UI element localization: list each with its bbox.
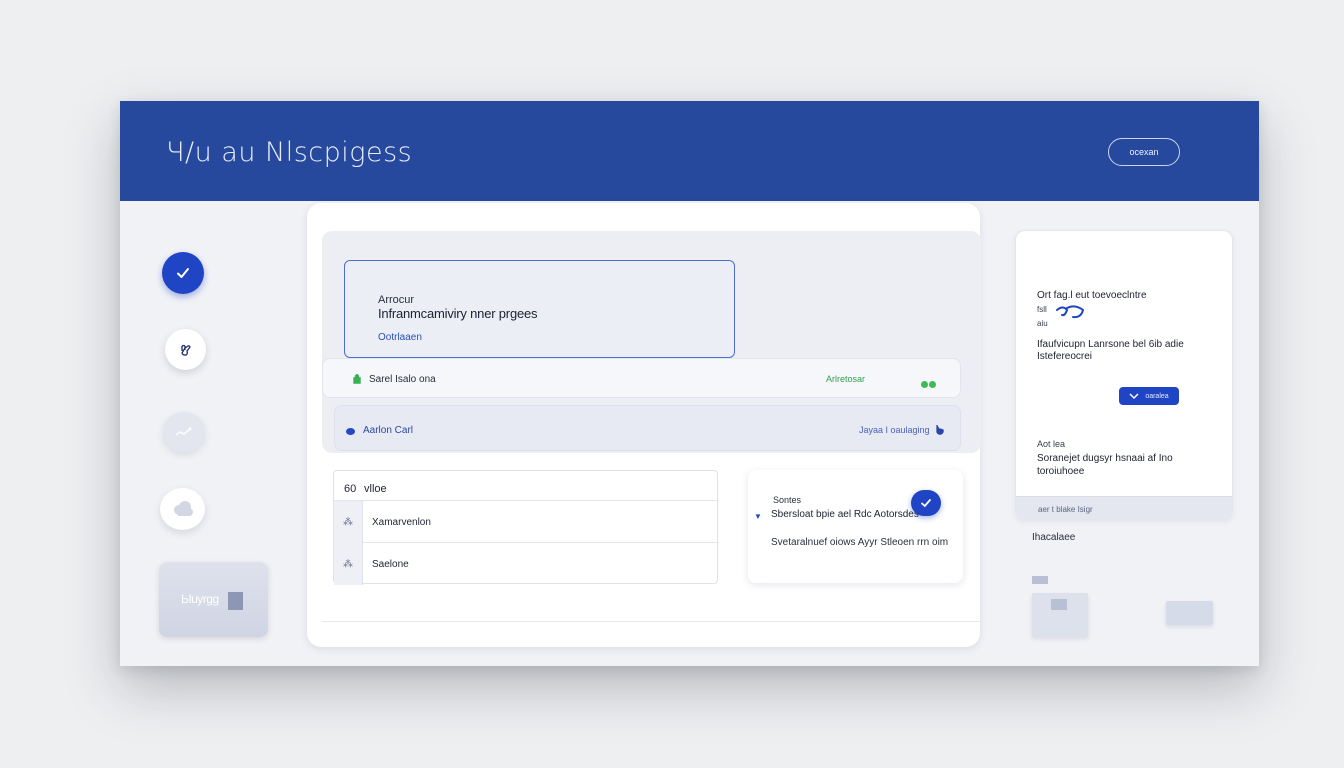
side-card-heading: Ort fag.l eut toevoeclntre xyxy=(1037,290,1147,301)
side-card-footer: aer t blake Isigr xyxy=(1016,496,1232,519)
thumbnail-label: Ыuyrgg xyxy=(181,592,219,606)
task-description: Svetaralnuef oiows Ayyr Stleoen rrn oim xyxy=(771,537,949,548)
info-card-title: Infranmcamiviry nner prgees xyxy=(378,306,538,321)
rail-item-hand[interactable] xyxy=(165,329,206,370)
caret-down-icon[interactable]: ▼ xyxy=(754,512,762,521)
side-card-paragraph-2: Soranejet dugsyr hsnaai af Ino toroiuhoe… xyxy=(1037,453,1173,477)
side-card-button[interactable]: oaralea xyxy=(1119,387,1179,405)
side-card-footer-label: aer t blake Isigr xyxy=(1038,505,1093,514)
table-header-col-2: vlloe xyxy=(364,483,387,495)
check-icon xyxy=(921,499,931,508)
side-card-paragraph-1: Ifaufvicupn Lanrsone bel 6ib adie Istefe… xyxy=(1037,339,1184,362)
info-card[interactable]: Arrocur Infranmcamiviry nner prgees Ootr… xyxy=(344,260,735,358)
cloud-icon xyxy=(173,501,193,516)
side-card: Ort fag.l eut toevoeclntre fsll aiu Ifau… xyxy=(1015,230,1233,520)
grid-icon: ⁂ xyxy=(334,543,363,585)
chevron-down-icon xyxy=(1129,393,1139,400)
check-icon xyxy=(177,268,189,278)
table-cell: Saelone xyxy=(372,559,409,570)
task-overline: Sontes xyxy=(773,495,802,505)
status-row[interactable]: Sarel Isalo ona Arlretosar xyxy=(322,358,961,398)
task-title: Sbersloat bpie ael Rdc Aotorsdes xyxy=(771,509,919,520)
table-cell: Xamarvenlon xyxy=(372,517,431,528)
chart-icon xyxy=(175,427,192,436)
info-card-link[interactable]: Ootrlaaen xyxy=(378,332,422,343)
hand-icon xyxy=(1056,305,1085,319)
side-card-overline: Aot lea xyxy=(1037,439,1066,449)
table-row[interactable]: ⁂ Xamarvenlon xyxy=(334,501,719,543)
app-title: Ч/u au Nlscpigess xyxy=(166,137,413,168)
placeholder-thumbnail[interactable] xyxy=(1032,593,1088,637)
table-row[interactable]: ⁂ Saelone xyxy=(334,543,719,585)
task-card[interactable]: Sontes ▼ Sbersloat bpie ael Rdc Aotorsde… xyxy=(748,470,963,583)
thumbnail-block xyxy=(228,592,243,610)
main-footer-divider xyxy=(322,621,981,622)
app-header: Ч/u au Nlscpigess ocexan xyxy=(120,101,1259,201)
table-header-col-1: 60 xyxy=(344,483,357,495)
side-section-label: Ihacalaee xyxy=(1032,532,1076,543)
rail-item-cloud[interactable] xyxy=(160,488,205,530)
rail-thumbnail[interactable]: Ыuyrgg xyxy=(159,562,268,637)
selected-row-meta: Jayaa I oaulaging xyxy=(859,425,930,435)
status-indicator xyxy=(921,375,937,393)
side-card-small-1: fsll xyxy=(1037,305,1047,314)
grid-icon: ⁂ xyxy=(334,501,363,543)
placeholder-button[interactable] xyxy=(1166,601,1213,625)
app-window: Ч/u au Nlscpigess ocexan Ыuyrgg Arrocur … xyxy=(120,101,1259,666)
selected-row-label: Aarlon Carl xyxy=(363,425,414,436)
side-card-button-label: oaralea xyxy=(1145,392,1169,400)
lock-icon xyxy=(353,374,361,384)
rail-item-chart[interactable] xyxy=(163,412,205,452)
hand-icon xyxy=(180,344,191,356)
hand-pointer-icon[interactable] xyxy=(935,424,944,435)
placeholder-thumbnail-inner xyxy=(1051,599,1067,610)
selected-row[interactable]: Aarlon Carl Jayaa I oaulaging xyxy=(334,405,961,451)
data-table: 60 vlloe ⁂ Xamarvenlon ⁂ Saelone xyxy=(333,470,719,585)
status-row-label: Sarel Isalo ona xyxy=(369,374,436,385)
main-inner-area: Arrocur Infranmcamiviry nner prgees Ootr… xyxy=(322,231,981,453)
main-panel: Arrocur Infranmcamiviry nner prgees Ootr… xyxy=(307,203,981,647)
side-card-small-2: aiu xyxy=(1037,319,1048,328)
table-header: 60 vlloe xyxy=(334,471,719,501)
placeholder-block xyxy=(1032,576,1048,584)
rail-item-check[interactable] xyxy=(162,252,204,294)
task-confirm-button[interactable] xyxy=(911,490,941,516)
header-action-button[interactable]: ocexan xyxy=(1108,138,1180,166)
info-card-overline: Arrocur xyxy=(378,294,415,306)
status-text: Arlretosar xyxy=(826,374,866,384)
bullet-icon xyxy=(346,428,355,435)
